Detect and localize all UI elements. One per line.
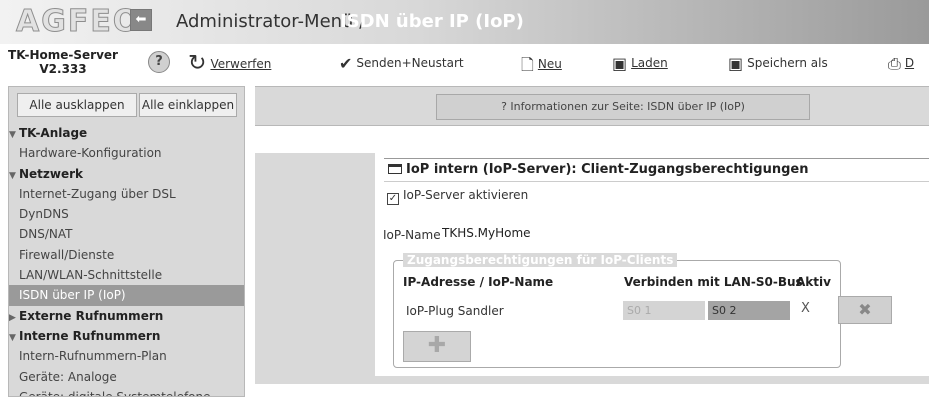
nav-item[interactable]: Geräte: Analoge xyxy=(9,367,244,387)
iop-name-input[interactable] xyxy=(440,223,582,243)
triangle-down-icon: ▼ xyxy=(9,130,16,140)
nav-item[interactable]: Geräte: digitale Systemtelefone xyxy=(9,387,244,397)
title-prefix: Administrator-Menü / xyxy=(176,11,366,32)
save-disk-icon: ▣ xyxy=(728,54,744,73)
save-as-button[interactable]: ▣ Speichern als xyxy=(728,54,828,73)
save-as-label: Speichern als xyxy=(747,56,828,70)
triangle-right-icon: ▶ xyxy=(9,312,16,323)
expand-all-button[interactable]: Alle ausklappen xyxy=(17,93,137,117)
server-name-line1: TK-Home-Server xyxy=(8,48,118,62)
content-bottom-band xyxy=(375,376,929,384)
s0-2-bus-toggle[interactable]: S0 2 xyxy=(708,301,790,320)
nav-label: Geräte: Analoge xyxy=(19,369,117,384)
nav-label: Netzwerk xyxy=(19,166,84,181)
client-active-toggle[interactable]: X xyxy=(801,301,810,316)
info-bar: ? Informationen zur Seite: ISDN über IP … xyxy=(255,86,929,126)
page-info-button[interactable]: ? Informationen zur Seite: ISDN über IP … xyxy=(436,94,810,120)
delete-client-button[interactable]: ✖ xyxy=(838,296,892,324)
new-label: Neu xyxy=(537,57,562,71)
print-label: D xyxy=(904,56,915,70)
nav-label: TK-Anlage xyxy=(19,126,88,140)
col-header-active: Aktiv xyxy=(796,275,831,289)
send-restart-label: Senden+Neustart xyxy=(356,56,464,70)
sidebar: Alle ausklappen Alle einklappen ▼ TK-Anla… xyxy=(8,86,245,397)
nav-item[interactable]: Intern-Rufnummern-Plan xyxy=(9,346,244,366)
nav-label: Externe Rufnummern xyxy=(19,308,164,323)
load-button[interactable]: ▣ Laden xyxy=(612,54,668,73)
plus-icon: ✚ xyxy=(427,333,447,358)
col-header-connect: Verbinden mit LAN-S0-Bus xyxy=(624,275,803,289)
clients-legend: Zugangsberechtigungen für IoP-Clients xyxy=(403,253,678,267)
nav-label: Interne Rufnummern xyxy=(19,328,161,343)
nav-label: LAN/WLAN-Schnittstelle xyxy=(19,268,163,283)
nav-item[interactable]: Hardware-Konfiguration xyxy=(9,143,244,163)
table-icon xyxy=(388,164,402,174)
nav-item[interactable]: LAN/WLAN-Schnittstelle xyxy=(9,265,244,285)
new-button[interactable]: 🗋 Neu xyxy=(521,54,562,81)
agfeo-logo: AGFEO xyxy=(15,4,141,39)
page-title: ISDN über IP (IoP) xyxy=(340,11,524,32)
nav-group[interactable]: ▼ TK-Anlage xyxy=(9,123,244,143)
server-version: V2.333 xyxy=(39,62,87,76)
section-title: IoP intern (IoP-Server): Client-Zugangsb… xyxy=(406,162,809,177)
undo-icon: ↻ xyxy=(188,51,207,76)
discard-label: Verwerfen xyxy=(210,57,272,71)
checkmark-icon: ✔ xyxy=(339,54,353,73)
iop-name-label: IoP-Name xyxy=(383,228,441,242)
server-name: TK-Home-Server V2.333 xyxy=(8,48,118,76)
enable-label: IoP-Server aktivieren xyxy=(403,188,529,202)
nav-label: Intern-Rufnummern-Plan xyxy=(19,349,167,364)
iop-server-enable[interactable]: ✓ IoP-Server aktivieren xyxy=(387,188,528,205)
load-disk-icon: ▣ xyxy=(612,54,628,73)
new-document-icon: 🗋 xyxy=(521,55,534,74)
add-client-button[interactable]: ✚ xyxy=(403,331,471,362)
nav-label: Hardware-Konfiguration xyxy=(19,146,162,161)
nav-item[interactable]: Internet-Zugang über DSL xyxy=(9,184,244,204)
collapse-all-button[interactable]: Alle einklappen xyxy=(139,93,237,117)
header-bar: AGFEO ⬅ Administrator-Menü / ISDN über I… xyxy=(0,0,929,44)
nav-label: DynDNS xyxy=(19,207,69,222)
navigation-tree: ▼ TK-Anlage Hardware-Konfiguration ▼ Netzwer… xyxy=(9,123,244,397)
back-button[interactable]: ⬅ xyxy=(130,9,152,31)
triangle-down-icon: ▼ xyxy=(9,332,16,343)
nav-group[interactable]: ▼ Netzwerk xyxy=(9,164,244,184)
s0-1-bus-toggle[interactable]: S0 1 xyxy=(623,301,705,320)
nav-group[interactable]: ▼ Interne Rufnummern xyxy=(9,326,244,346)
load-label: Laden xyxy=(631,56,668,70)
nav-label: ISDN über IP (IoP) xyxy=(19,288,126,303)
triangle-down-icon: ▼ xyxy=(9,170,16,181)
nav-item[interactable]: Firewall/Dienste xyxy=(9,245,244,265)
discard-button[interactable]: ↻ Verwerfen xyxy=(188,51,271,76)
section-header: IoP intern (IoP-Server): Client-Zugangsb… xyxy=(384,158,929,182)
nav-label: Geräte: digitale Systemtelefone xyxy=(19,389,211,397)
print-button[interactable]: ⎙ D xyxy=(888,54,914,74)
delete-x-icon: ✖ xyxy=(858,300,872,319)
nav-label: Internet-Zugang über DSL xyxy=(19,186,176,201)
client-name-input[interactable] xyxy=(403,301,619,320)
toolbar: TK-Home-Server V2.333 ? ↻ Verwerfen ✔ Send… xyxy=(0,44,929,82)
nav-item[interactable]: DNS/NAT xyxy=(9,224,244,244)
enable-checkbox[interactable]: ✓ xyxy=(387,193,399,205)
nav-label: DNS/NAT xyxy=(19,227,73,242)
nav-group[interactable]: ▶ Externe Rufnummern xyxy=(9,306,244,326)
nav-item[interactable]: DynDNS xyxy=(9,204,244,224)
content-left-margin xyxy=(255,153,375,384)
help-button[interactable]: ? xyxy=(148,51,170,73)
nav-label: Firewall/Dienste xyxy=(19,247,115,262)
printer-icon: ⎙ xyxy=(888,54,901,73)
arrow-left-icon: ⬅ xyxy=(135,12,147,27)
col-header-address: IP-Adresse / IoP-Name xyxy=(403,275,554,289)
nav-item[interactable]: ISDN über IP (IoP) xyxy=(9,285,244,306)
send-restart-button[interactable]: ✔ Senden+Neustart xyxy=(339,54,464,73)
